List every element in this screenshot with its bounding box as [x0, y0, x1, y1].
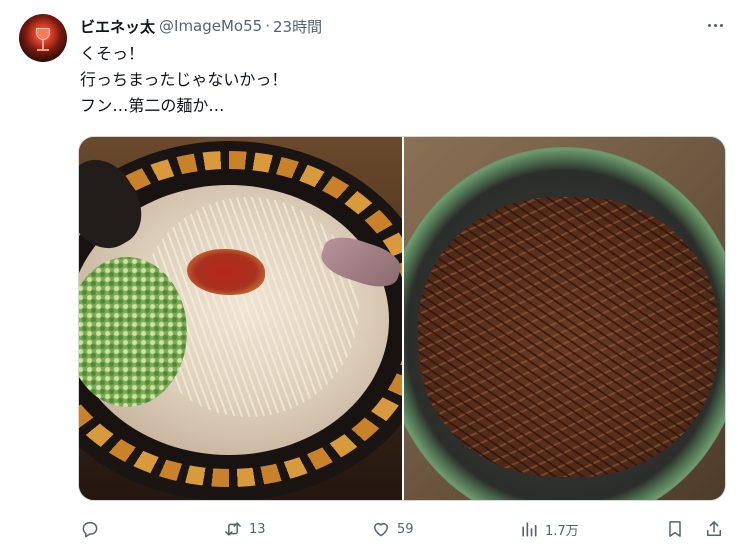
share-icon [707, 521, 721, 536]
views-chart-icon [522, 522, 537, 537]
cocktail-glass-icon [36, 28, 50, 40]
retweet-icon [225, 522, 241, 536]
views-button[interactable]: 1.7万 [519, 513, 579, 545]
tweet-line: フン…第二の麺か… [80, 96, 225, 115]
timestamp[interactable]: 23時間 [273, 16, 322, 37]
glass-stem [42, 40, 44, 49]
photo-ramen[interactable] [79, 137, 402, 500]
bookmark-icon [669, 521, 681, 537]
tweet-actions: 13 59 1.7万 [80, 513, 730, 545]
bookmark-button[interactable] [665, 513, 685, 545]
like-button[interactable]: 59 [371, 513, 414, 545]
tweet-line: 行っちまったじゃないかっ！ [80, 70, 288, 89]
more-horizontal-icon [713, 23, 717, 27]
more-horizontal-icon [707, 23, 711, 27]
avatar[interactable] [19, 14, 67, 62]
media-grid [78, 136, 726, 501]
user-handle[interactable]: @ImageMo55 [159, 17, 262, 35]
separator-dot: · [265, 17, 270, 35]
glass-base [37, 49, 49, 51]
retweet-count: 13 [249, 521, 266, 537]
like-count: 59 [397, 521, 414, 537]
tweet-header: ビエネッ太 @ImageMo55 · 23時間 [80, 15, 322, 37]
photo-kikurage[interactable] [404, 137, 725, 500]
tweet-line: くそっ！ [80, 44, 145, 63]
reply-icon [82, 522, 98, 538]
share-button[interactable] [704, 513, 724, 545]
display-name[interactable]: ビエネッ太 [80, 16, 155, 37]
view-count: 1.7万 [545, 523, 579, 539]
more-horizontal-icon [719, 23, 723, 27]
more-options-button[interactable] [702, 14, 728, 36]
tweet-text: くそっ！ 行っちまったじゃないかっ！ フン…第二の麺か… [80, 41, 287, 119]
reply-button[interactable] [80, 513, 100, 545]
heart-icon [374, 522, 388, 537]
retweet-button[interactable]: 13 [223, 513, 266, 545]
